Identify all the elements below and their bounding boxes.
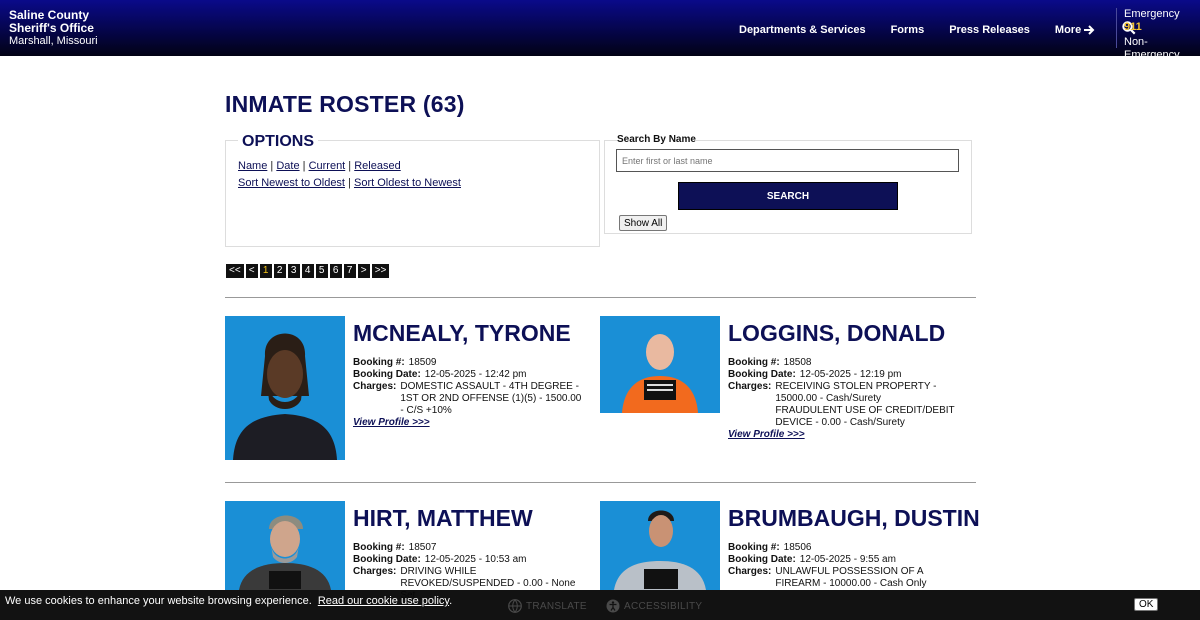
accessibility-icon (606, 599, 620, 613)
cookie-period: . (449, 595, 453, 607)
charges-label: Charges: (728, 381, 772, 392)
charges-label: Charges: (353, 381, 397, 392)
sort-by-name-link[interactable]: Name (238, 160, 267, 172)
view-profile-link[interactable]: View Profile >>> (353, 417, 430, 428)
nav-departments[interactable]: Departments & Services (739, 24, 866, 36)
booking-date: 12-05-2025 - 9:55 am (799, 554, 896, 565)
translate-icon (508, 599, 522, 613)
pager-page-1[interactable]: 1 (259, 264, 272, 278)
booking-date: 12-05-2025 - 12:19 pm (799, 369, 902, 380)
contact-info: Emergency 911 Non-Emergency 660-886-5512 (1116, 8, 1200, 74)
sort-oldest-link[interactable]: Sort Oldest to Newest (354, 177, 461, 189)
cookie-banner: We use cookies to enhance your website b… (0, 590, 1200, 620)
charges-label: Charges: (728, 566, 772, 577)
mugshot-photo[interactable] (600, 501, 720, 590)
emergency-line[interactable]: Emergency 911 (1124, 8, 1200, 34)
mugshot-photo[interactable] (225, 501, 345, 590)
inmate-details: Booking #: 18508 Booking Date: 12-05-2025 … (728, 357, 960, 441)
inmate-card: LOGGINS, DONALD Booking #: 18508 Booking … (600, 316, 970, 440)
inmate-name: HIRT, MATTHEW (353, 505, 533, 531)
inmate-name: LOGGINS, DONALD (728, 320, 946, 346)
site-header: Saline County Sheriff's Office Marshall,… (0, 0, 1200, 74)
accessibility-label: ACCESSIBILITY (624, 600, 703, 612)
divider (225, 482, 976, 483)
inmate-name: BRUMBAUGH, DUSTIN (728, 505, 980, 531)
search-panel: Search By Name SEARCH Show All (604, 134, 972, 234)
translate-label: TRANSLATE (526, 600, 587, 612)
sort-by-date-link[interactable]: Date (276, 160, 299, 172)
nav-more-label: More (1054, 23, 1082, 36)
arrow-right-icon (1084, 24, 1095, 35)
view-profile-link[interactable]: View Profile >>> (728, 429, 805, 440)
pager-page-2[interactable]: 2 (273, 264, 286, 278)
inmate-details: Booking #: 18509 Booking Date: 12-05-2025 … (353, 357, 585, 429)
booking-number: 18507 (408, 542, 437, 553)
pager-prev[interactable]: < (245, 264, 258, 278)
sort-newest-link[interactable]: Sort Newest to Oldest (238, 177, 345, 189)
mugshot-photo[interactable] (600, 316, 720, 413)
nav-press-releases[interactable]: Press Releases (949, 24, 1030, 36)
charge-text: FRAUDULENT USE OF CREDIT/DEBIT DEVICE - … (775, 405, 955, 428)
pager-page-4[interactable]: 4 (301, 264, 314, 278)
pager-page-3[interactable]: 3 (287, 264, 300, 278)
pager-page-7[interactable]: 7 (343, 264, 356, 278)
booking-date: 12-05-2025 - 10:53 am (424, 554, 527, 565)
nonemergency-label: Non-Emergency (1124, 36, 1180, 61)
cookie-text: We use cookies to enhance your website b… (5, 595, 312, 607)
pager-first[interactable]: << (226, 264, 244, 278)
pager-page-6[interactable]: 6 (329, 264, 342, 278)
options-links: Name | Date | Current | Released Sort Ne… (238, 160, 461, 189)
search-button[interactable]: SEARCH (678, 182, 898, 210)
mugshot-photo[interactable] (225, 316, 345, 460)
booking-number-label: Booking #: (353, 357, 405, 368)
cookie-ok-button[interactable]: OK (1134, 598, 1159, 611)
divider (225, 297, 976, 298)
charge-text: UNLAWFUL POSSESSION OF A FIREARM - 10000… (775, 566, 927, 589)
booking-number: 18508 (783, 357, 812, 368)
nav-forms[interactable]: Forms (891, 24, 925, 36)
nonemergency-line[interactable]: Non-Emergency 660-886-5512 (1124, 36, 1200, 75)
page-title: INMATE ROSTER (63) (225, 91, 465, 117)
translate-widget[interactable]: TRANSLATE (508, 599, 587, 613)
cookie-message: We use cookies to enhance your website b… (5, 595, 452, 607)
booking-date: 12-05-2025 - 12:42 pm (424, 369, 527, 380)
emergency-label: Emergency (1124, 8, 1180, 20)
booking-date-label: Booking Date: (353, 369, 421, 380)
booking-number-label: Booking #: (353, 542, 405, 553)
booking-number-label: Booking #: (728, 357, 780, 368)
booking-date-label: Booking Date: (728, 554, 796, 565)
booking-number: 18509 (408, 357, 437, 368)
options-panel: OPTIONS Name | Date | Current | Released… (225, 133, 600, 247)
cookie-policy-link[interactable]: Read our cookie use policy (318, 595, 449, 607)
inmate-details: Booking #: 18506 Booking Date: 12-05-2025 … (728, 542, 960, 590)
inmate-card: BRUMBAUGH, DUSTIN Booking #: 18506 Bookin… (600, 501, 980, 590)
inmate-card: MCNEALY, TYRONE Booking #: 18509 Booking … (225, 316, 595, 461)
inmate-name: MCNEALY, TYRONE (353, 320, 571, 346)
brand-line-3: Marshall, Missouri (9, 35, 98, 47)
brand-line-2: Sheriff's Office (9, 21, 94, 35)
search-input[interactable] (616, 149, 959, 172)
site-brand[interactable]: Saline County Sheriff's Office Marshall,… (9, 9, 98, 48)
search-label: Search By Name (617, 134, 696, 145)
booking-date-label: Booking Date: (353, 554, 421, 565)
show-all-button[interactable]: Show All (619, 215, 668, 231)
accessibility-widget[interactable]: ACCESSIBILITY (606, 599, 702, 613)
booking-date-label: Booking Date: (728, 369, 796, 380)
charge-text: DOMESTIC ASSAULT - 4TH DEGREE - 1ST OR 2… (400, 381, 582, 416)
options-legend: OPTIONS (238, 133, 319, 151)
pager-next[interactable]: > (357, 264, 370, 278)
filter-released-link[interactable]: Released (354, 160, 400, 172)
booking-number-label: Booking #: (728, 542, 780, 553)
pagination: << < 1 2 3 4 5 6 7 > >> (226, 264, 390, 278)
pager-page-5[interactable]: 5 (315, 264, 328, 278)
inmate-card: HIRT, MATTHEW Booking #: 18507 Booking Da… (225, 501, 595, 601)
main-nav: Departments & Services Forms Press Relea… (739, 21, 1136, 38)
nonemergency-number: 660-886-5512 (1124, 62, 1193, 74)
nav-more[interactable]: More (1055, 24, 1095, 36)
emergency-number: 911 (1124, 21, 1142, 33)
filter-current-link[interactable]: Current (309, 160, 346, 172)
booking-number: 18506 (783, 542, 812, 553)
pager-last[interactable]: >> (371, 264, 390, 278)
charge-text: RECEIVING STOLEN PROPERTY - 15000.00 - C… (775, 381, 937, 404)
